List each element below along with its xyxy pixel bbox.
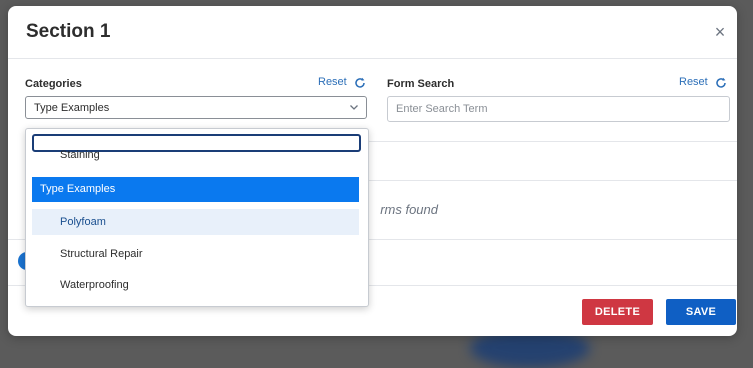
dropdown-option-polyfoam[interactable]: Polyfoam	[32, 209, 359, 235]
dropdown-option-label: Staining	[60, 149, 100, 161]
categories-reset-link[interactable]: Reset	[318, 76, 347, 88]
divider	[8, 58, 737, 59]
categories-label: Categories	[25, 78, 82, 90]
refresh-icon[interactable]	[715, 77, 727, 89]
dropdown-option-waterproofing[interactable]: Waterproofing	[32, 272, 359, 298]
categories-select-value: Type Examples	[34, 102, 110, 114]
form-search-reset-link[interactable]: Reset	[679, 76, 708, 88]
save-button[interactable]: SAVE	[666, 299, 736, 325]
categories-dropdown: Staining Type Examples Polyfoam Structur…	[25, 128, 369, 307]
chevron-down-icon	[350, 105, 358, 110]
form-search-input[interactable]	[387, 96, 730, 122]
delete-button[interactable]: DELETE	[582, 299, 653, 325]
form-search-label: Form Search	[387, 78, 455, 90]
dropdown-option-staining[interactable]: Staining	[32, 146, 359, 170]
modal-title: Section 1	[26, 21, 111, 42]
dropdown-option-structural-repair[interactable]: Structural Repair	[32, 241, 359, 267]
close-icon[interactable]: ×	[711, 23, 729, 41]
divider	[348, 141, 737, 142]
categories-select[interactable]: Type Examples	[25, 96, 367, 119]
divider	[348, 180, 737, 181]
refresh-icon[interactable]	[354, 77, 366, 89]
dropdown-option-type-examples[interactable]: Type Examples	[32, 177, 359, 202]
